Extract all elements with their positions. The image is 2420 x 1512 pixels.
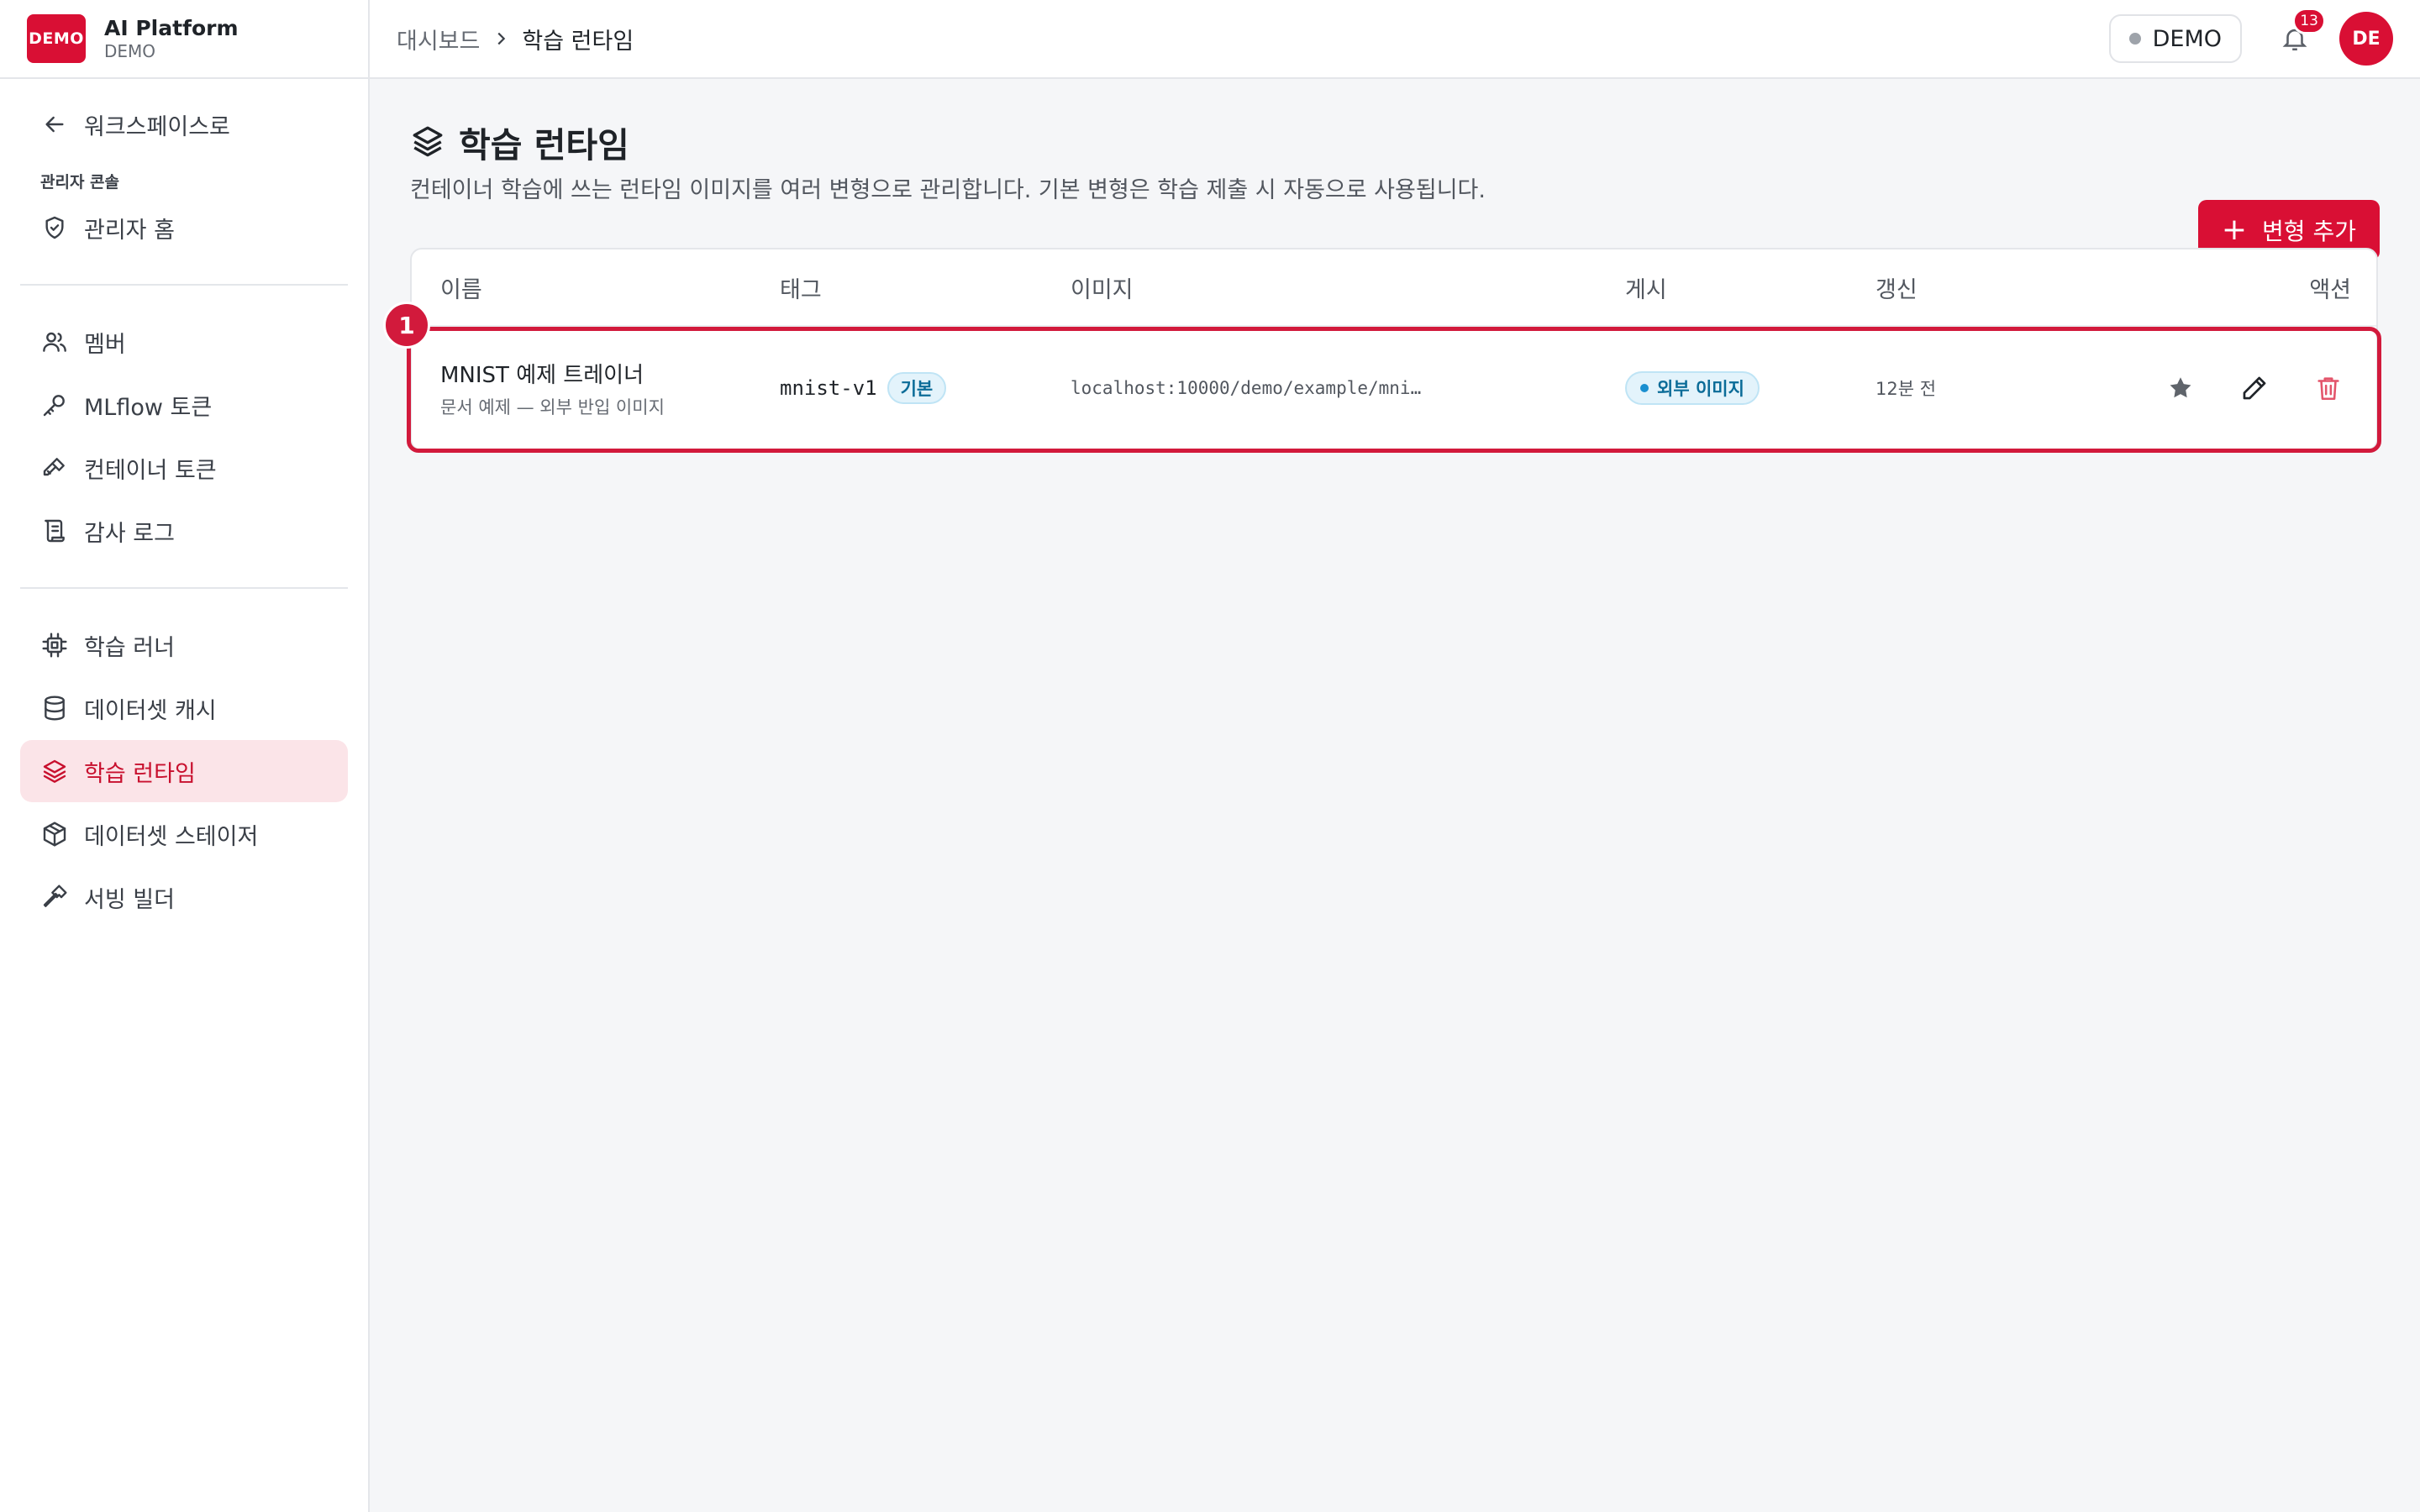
sidebar-divider	[20, 587, 348, 589]
brand-text: AI Platform DEMO	[104, 16, 239, 61]
pencil-icon	[2243, 376, 2266, 400]
sidebar-item-members[interactable]: 멤버	[20, 311, 348, 373]
sidebar-item-training-runtime[interactable]: 학습 런타임	[20, 740, 348, 802]
column-header-image: 이미지	[1071, 276, 1134, 303]
sidebar-item-label: 멤버	[84, 331, 126, 358]
app-root: DEMO AI Platform DEMO 워크스페이스로 관리자 콘솔 관리자…	[0, 0, 2420, 1512]
published-status-badge: 외부 이미지	[1625, 371, 1760, 405]
page-content: 학습 런타임 컨테이너 학습에 쓰는 런타임 이미지를 여러 변형으로 관리합니…	[370, 79, 2420, 453]
sidebar-item-mlflow-token[interactable]: MLflow 토큰	[20, 374, 348, 436]
column-header-tag: 태그	[780, 276, 822, 303]
layers-icon	[40, 757, 69, 785]
column-header-actions: 액션	[2309, 276, 2351, 303]
star-icon	[2170, 377, 2191, 398]
arrow-left-icon	[40, 110, 69, 139]
sidebar-item-audit-log[interactable]: 감사 로그	[20, 500, 348, 562]
updated-time: 12분 전	[1876, 379, 1937, 399]
brand-subtitle: DEMO	[104, 41, 156, 61]
cell-actions	[2128, 365, 2376, 411]
cell-updated: 12분 전	[1876, 375, 2128, 401]
runtime-table: 이름 태그 이미지 게시 갱신 액션 MNIST 예제 트레이너 문서 예제 —…	[383, 248, 2381, 453]
sidebar-divider	[20, 284, 348, 286]
table-row-content: MNIST 예제 트레이너 문서 예제 — 외부 반입 이미지 mnist-v1…	[412, 327, 2376, 449]
page-title: 학습 런타임	[459, 125, 629, 165]
main-area: 대시보드 학습 런타임 DEMO 13 DE 학습 런타임 컨테이너 학습에 쓰…	[370, 0, 2420, 1512]
key-icon	[40, 391, 69, 419]
variant-name: MNIST 예제 트레이너	[440, 362, 644, 388]
brand-logo: DEMO	[27, 14, 86, 63]
back-to-workspace-link[interactable]: 워크스페이스로	[20, 92, 348, 156]
brand[interactable]: DEMO AI Platform DEMO	[0, 0, 368, 79]
scroll-icon	[40, 517, 69, 545]
chevron-right-icon	[492, 29, 510, 48]
brand-title: AI Platform	[104, 16, 239, 40]
column-header-updated: 갱신	[1876, 276, 1918, 303]
sidebar-item-label: 학습 러너	[84, 634, 175, 661]
shield-icon	[40, 213, 69, 242]
delete-button[interactable]	[2306, 365, 2351, 411]
users-icon	[40, 328, 69, 356]
sidebar-item-admin-home[interactable]: 관리자 홈	[20, 197, 348, 259]
sidebar-item-label: 서빙 빌더	[84, 886, 175, 913]
breadcrumb-dashboard-link[interactable]: 대시보드	[397, 23, 480, 55]
sidebar-item-dataset-cache[interactable]: 데이터셋 캐시	[20, 677, 348, 739]
trash-icon	[2317, 377, 2339, 401]
page-heading-block: 학습 런타임 컨테이너 학습에 쓰는 런타임 이미지를 여러 변형으로 관리합니…	[410, 118, 1486, 204]
sidebar-item-training-runner[interactable]: 학습 러너	[20, 614, 348, 676]
page-header: 학습 런타임 컨테이너 학습에 쓰는 런타임 이미지를 여러 변형으로 관리합니…	[410, 118, 2380, 204]
table-row[interactable]: MNIST 예제 트레이너 문서 예제 — 외부 반입 이미지 mnist-v1…	[383, 302, 2381, 453]
set-default-button[interactable]	[2158, 365, 2203, 411]
default-badge: 기본	[886, 372, 947, 404]
cell-name: MNIST 예제 트레이너 문서 예제 — 외부 반입 이미지	[412, 358, 780, 419]
variant-description: 문서 예제 — 외부 반입 이미지	[440, 396, 665, 417]
column-header-name: 이름	[440, 276, 482, 303]
add-variant-label: 변형 추가	[2262, 218, 2356, 245]
environment-selector[interactable]: DEMO	[2108, 14, 2242, 63]
breadcrumb-current: 학습 런타임	[522, 28, 634, 55]
title-row: 학습 런타임	[410, 118, 1486, 166]
status-dot-icon	[2128, 33, 2141, 45]
column-header-published: 게시	[1625, 276, 1667, 303]
sidebar-item-label: 컨테이너 토큰	[84, 457, 217, 484]
sidebar-item-label: 데이터셋 스테이저	[84, 823, 259, 850]
cpu-icon	[40, 631, 69, 659]
breadcrumb: 대시보드 학습 런타임	[397, 23, 634, 55]
back-to-workspace-label: 워크스페이스로	[84, 113, 230, 140]
variant-tag: mnist-v1	[780, 376, 877, 400]
sidebar-item-label: MLflow 토큰	[84, 394, 213, 421]
published-status-label: 외부 이미지	[1657, 379, 1744, 399]
sidebar-item-label: 데이터셋 캐시	[84, 697, 217, 724]
hammer-icon	[40, 883, 69, 911]
page-description: 컨테이너 학습에 쓰는 런타임 이미지를 여러 변형으로 관리합니다. 기본 변…	[410, 177, 1486, 203]
sidebar-item-container-token[interactable]: 컨테이너 토큰	[20, 437, 348, 499]
edit-button[interactable]	[2232, 365, 2277, 411]
notification-count-badge: 13	[2292, 8, 2326, 34]
status-dot-icon	[1640, 384, 1649, 392]
layers-icon	[410, 123, 447, 160]
cell-image: localhost:10000/demo/example/mni…	[1071, 378, 1625, 398]
sidebar: DEMO AI Platform DEMO 워크스페이스로 관리자 콘솔 관리자…	[0, 0, 370, 1512]
sidebar-item-serving-builder[interactable]: 서빙 빌더	[20, 866, 348, 928]
cell-published: 외부 이미지	[1625, 371, 1876, 405]
sidebar-item-label: 감사 로그	[84, 520, 175, 547]
box-icon	[40, 820, 69, 848]
environment-label: DEMO	[2152, 25, 2222, 52]
user-avatar[interactable]: DE	[2339, 12, 2393, 66]
image-reference: localhost:10000/demo/example/mni…	[1071, 378, 1422, 398]
key-icon	[40, 454, 69, 482]
topbar: 대시보드 학습 런타임 DEMO 13 DE	[370, 0, 2420, 79]
topbar-actions: DEMO 13 DE	[2108, 8, 2393, 66]
admin-console-heading: 관리자 콘솔	[40, 173, 120, 192]
plus-icon: +	[2221, 213, 2248, 247]
sidebar-nav: 워크스페이스로 관리자 콘솔 관리자 홈 멤버 MLflow 토큰 컨테이너 토…	[0, 92, 368, 928]
table-header: 이름 태그 이미지 게시 갱신 액션	[412, 249, 2376, 327]
database-icon	[40, 694, 69, 722]
sidebar-item-label: 학습 런타임	[84, 760, 196, 787]
row-marker: 1	[383, 302, 430, 349]
sidebar-item-label: 관리자 홈	[84, 217, 175, 244]
notifications-button[interactable]: 13	[2275, 8, 2326, 58]
cell-tag: mnist-v1 기본	[780, 372, 1071, 404]
sidebar-item-dataset-stager[interactable]: 데이터셋 스테이저	[20, 803, 348, 865]
